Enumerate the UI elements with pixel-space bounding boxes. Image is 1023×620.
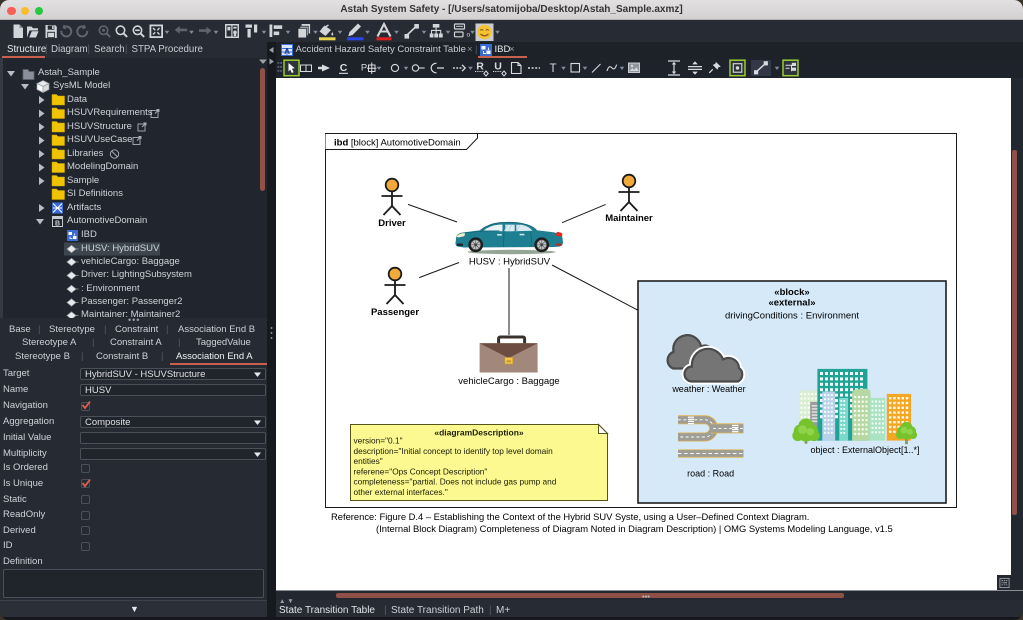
svg-text:version="0.1": version="0.1" (354, 436, 403, 446)
svg-text:description="Initial concept t: description="Initial concept to identify… (354, 446, 554, 456)
svg-text:Reference: Figure D.4 – Establ: Reference: Figure D.4 – Establishing the… (331, 511, 809, 522)
svg-text:(Internal Block Diagram) Compl: (Internal Block Diagram) Completeness of… (376, 523, 893, 534)
svg-text:object : ExternalObject[1..*]: object : ExternalObject[1..*] (810, 445, 919, 455)
svg-text:U: U (494, 61, 502, 73)
svg-text:Maintainer: Maintainer (605, 213, 653, 224)
svg-text:referene="Ops Concept Descript: referene="Ops Concept Description" (354, 466, 488, 476)
svg-text:R: R (476, 61, 484, 73)
svg-text:T: T (549, 63, 556, 75)
svg-text:road : Road: road : Road (687, 469, 734, 479)
svg-text:Driver: Driver (378, 218, 406, 229)
svg-text:weather : Weather: weather : Weather (671, 384, 745, 394)
svg-text:HUSV : HybridSUV: HUSV : HybridSUV (469, 257, 551, 268)
svg-text:other external interfaces.": other external interfaces." (354, 487, 448, 497)
svg-text:drivingConditions : Environmen: drivingConditions : Environment (725, 311, 859, 322)
svg-text:entities": entities" (354, 456, 383, 466)
svg-text:ibd [block] AutomotiveDomain: ibd [block] AutomotiveDomain (334, 138, 461, 149)
svg-text:C: C (340, 62, 348, 74)
svg-text:completeness="partial. Does no: completeness="partial. Does not include … (354, 477, 557, 487)
svg-text:«block»: «block» (774, 287, 809, 298)
svg-text:P: P (361, 63, 367, 74)
svg-text:«diagramDescription»: «diagramDescription» (434, 428, 524, 438)
svg-text:o: o (467, 32, 471, 39)
svg-text:«external»: «external» (768, 298, 815, 309)
svg-text:vehicleCargo : Baggage: vehicleCargo : Baggage (458, 376, 559, 387)
svg-text:A: A (284, 47, 290, 56)
svg-text:Passenger: Passenger (371, 307, 419, 318)
svg-text:B: B (55, 221, 60, 228)
